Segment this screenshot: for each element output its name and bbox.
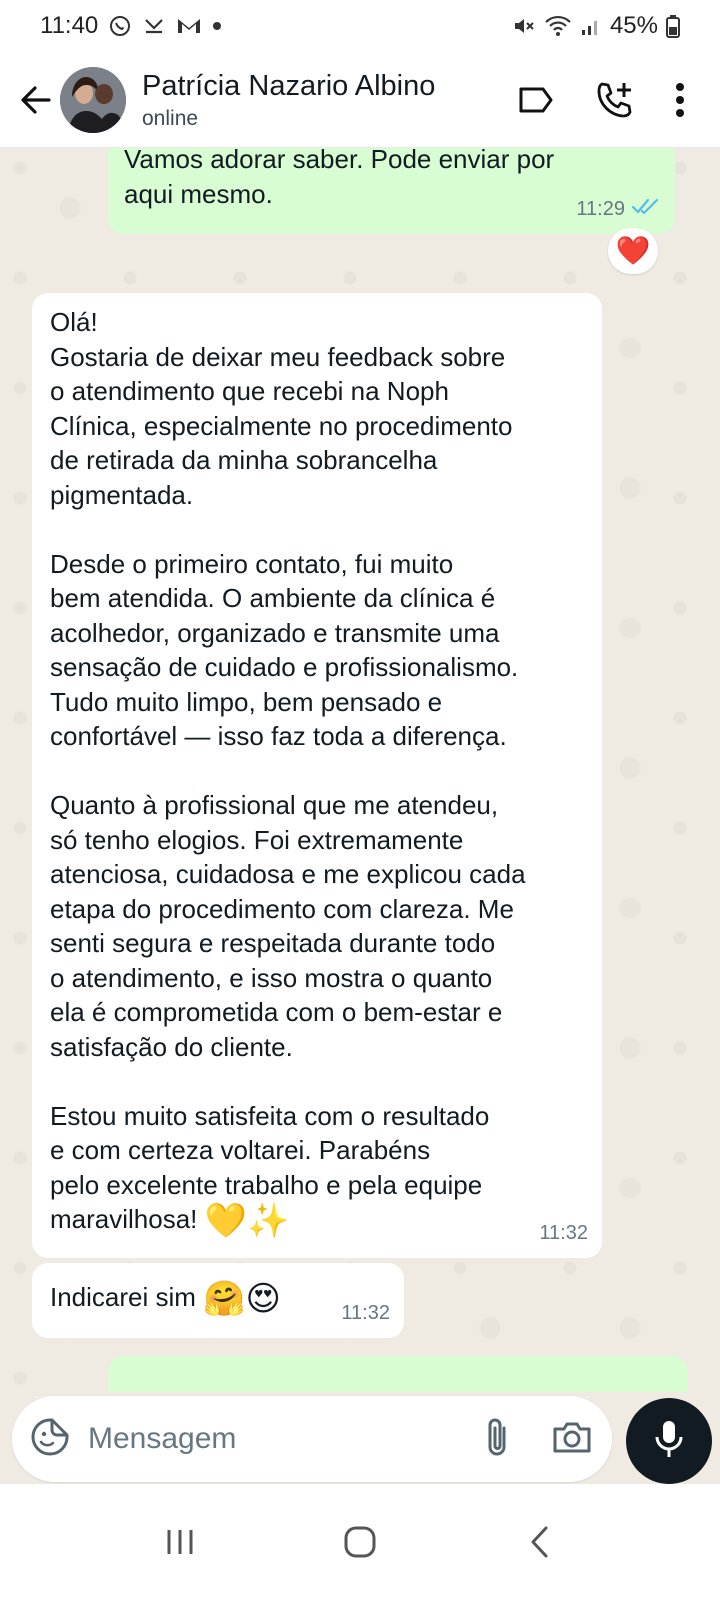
contact-status: online [142, 106, 199, 130]
missed-call-icon [142, 14, 166, 38]
message-time: 11:32 [341, 1301, 390, 1324]
chat-area[interactable]: Vamos adorar saber. Pode enviar por aqui… [0, 148, 720, 1392]
more-options-icon[interactable] [674, 82, 686, 118]
more-notifications-dot-icon [212, 21, 222, 31]
message-input-box[interactable] [12, 1396, 612, 1482]
heart-reaction-emoji: ❤️ [615, 235, 651, 266]
incoming-message[interactable]: Indicarei sim 🤗😍 11:32 [32, 1263, 404, 1338]
contact-name: Patrícia Nazario Albino [142, 69, 436, 102]
message-time: 11:32 [539, 1221, 588, 1244]
system-navigation-bar [0, 1484, 720, 1600]
outgoing-message-partial[interactable] [108, 1356, 688, 1392]
sticker-icon[interactable] [30, 1417, 70, 1462]
status-bar: 11:40 45% [0, 0, 720, 52]
add-call-icon[interactable] [594, 80, 634, 120]
back-arrow-icon[interactable] [8, 72, 64, 128]
message-text: Olá! Gostaria de deixar meu feedback sob… [50, 307, 526, 1234]
attach-paperclip-icon[interactable] [484, 1416, 510, 1463]
outgoing-message[interactable]: Vamos adorar saber. Pode enviar por aqui… [108, 148, 675, 234]
voice-message-button[interactable] [626, 1398, 712, 1484]
mute-icon [512, 14, 536, 38]
message-text: Indicarei sim [50, 1282, 196, 1312]
whatsapp-notification-icon [108, 14, 132, 38]
message-composer [0, 1392, 720, 1484]
battery-percent: 45% [609, 12, 658, 39]
gmail-icon [176, 15, 202, 37]
home-icon[interactable] [320, 1512, 400, 1572]
status-time: 11:40 [40, 12, 99, 39]
contact-avatar[interactable] [60, 66, 126, 133]
message-input[interactable] [88, 1422, 428, 1456]
signal-icon [580, 15, 602, 37]
read-double-check-icon [631, 192, 661, 227]
wifi-icon [544, 14, 572, 38]
chat-header: Patrícia Nazario Albino online [0, 52, 720, 148]
incoming-message[interactable]: Olá! Gostaria de deixar meu feedback sob… [32, 293, 602, 1258]
message-emoji: 🤗😍 [203, 1280, 281, 1319]
back-nav-icon[interactable] [500, 1512, 580, 1572]
microphone-icon [654, 1419, 684, 1464]
recent-apps-icon[interactable] [140, 1512, 220, 1572]
message-time: 11:29 [576, 197, 625, 220]
contact-info[interactable]: Patrícia Nazario Albino online [142, 69, 435, 131]
message-emoji: 💛✨ [204, 1202, 290, 1241]
camera-icon[interactable] [552, 1419, 592, 1460]
message-reaction[interactable]: ❤️ [608, 228, 658, 274]
label-tag-icon[interactable] [518, 85, 554, 115]
battery-icon [666, 14, 680, 38]
